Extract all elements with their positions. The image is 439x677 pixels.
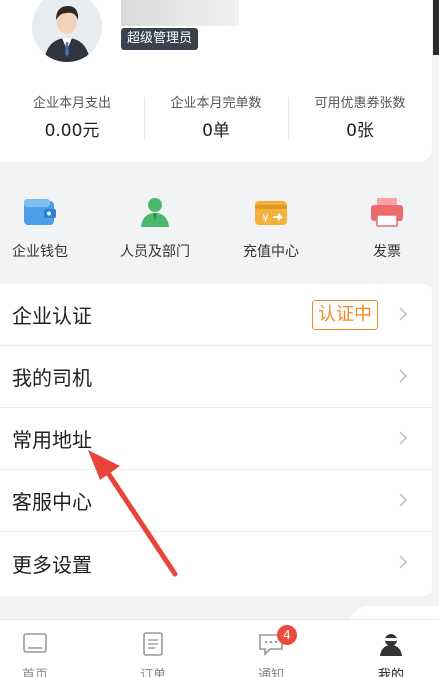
tab-label: 订单 bbox=[139, 668, 166, 677]
avatar[interactable] bbox=[32, 0, 102, 62]
tab-home[interactable]: 首页 bbox=[5, 632, 65, 677]
avatar-person-icon bbox=[32, 0, 102, 62]
quick-label: 企业钱包 bbox=[12, 244, 68, 260]
quick-people[interactable]: 人员及部门 bbox=[115, 195, 195, 261]
notification-count-badge: 4 bbox=[277, 625, 297, 645]
chevron-right-icon bbox=[399, 555, 408, 569]
stat-label: 企业本月完单数 bbox=[170, 96, 262, 111]
svg-text:¥: ¥ bbox=[262, 212, 269, 225]
tab-label: 通知 bbox=[257, 668, 284, 677]
menu-label: 常用地址 bbox=[12, 428, 92, 452]
menu-label: 更多设置 bbox=[12, 552, 92, 577]
people-icon bbox=[141, 198, 169, 227]
stat-coupons[interactable]: 可用优惠券张数 0张 bbox=[288, 93, 432, 145]
status-edge bbox=[433, 0, 439, 55]
quick-invoice[interactable]: 发票 bbox=[347, 195, 427, 261]
quick-wallet[interactable]: 企业钱包 bbox=[0, 195, 80, 261]
quick-actions: 企业钱包 人员及部门 ¥ 充值中心 发票 bbox=[0, 195, 439, 265]
tab-label: 首页 bbox=[21, 668, 48, 677]
user-name-masked bbox=[121, 0, 239, 26]
stats-row: 企业本月支出 0.00元 企业本月完单数 0单 可用优惠券张数 0张 bbox=[0, 93, 432, 145]
stat-value: 0.00元 bbox=[44, 121, 100, 141]
stat-value: 0单 bbox=[202, 121, 230, 141]
recharge-icon: ¥ bbox=[255, 201, 287, 225]
menu-common-addresses[interactable]: 常用地址 bbox=[0, 408, 432, 470]
order-icon bbox=[143, 632, 163, 656]
bottom-tab-bar: 首页 订单 通知 我的 bbox=[0, 619, 439, 677]
menu-label: 企业认证 bbox=[12, 304, 92, 328]
stat-label: 可用优惠券张数 bbox=[314, 96, 406, 111]
quick-label: 人员及部门 bbox=[120, 244, 190, 260]
menu-label: 客服中心 bbox=[12, 490, 92, 514]
home-icon bbox=[23, 633, 47, 653]
menu-customer-service[interactable]: 客服中心 bbox=[0, 470, 432, 532]
certification-status-badge: 认证中 bbox=[312, 300, 378, 330]
stat-value: 0张 bbox=[346, 121, 374, 141]
stat-monthly-orders[interactable]: 企业本月完单数 0单 bbox=[144, 93, 288, 145]
stat-label: 企业本月支出 bbox=[32, 96, 111, 111]
tab-label: 我的 bbox=[377, 668, 404, 677]
role-badge: 超级管理员 bbox=[121, 28, 199, 50]
chevron-right-icon bbox=[399, 307, 408, 321]
quick-label: 发票 bbox=[373, 244, 401, 260]
printer-icon bbox=[371, 198, 403, 227]
stat-monthly-spend[interactable]: 企业本月支出 0.00元 bbox=[0, 93, 144, 145]
tab-mine[interactable]: 我的 bbox=[361, 632, 421, 677]
settings-menu: 企业认证 认证中 我的司机 常用地址 客服中心 更多设置 bbox=[0, 284, 432, 596]
quick-label: 充值中心 bbox=[243, 244, 299, 260]
chevron-right-icon bbox=[399, 493, 408, 507]
wallet-icon bbox=[24, 199, 56, 225]
menu-more-settings[interactable]: 更多设置 bbox=[0, 532, 432, 594]
menu-enterprise-certification[interactable]: 企业认证 认证中 bbox=[0, 284, 432, 346]
chevron-right-icon bbox=[399, 369, 408, 383]
quick-recharge[interactable]: ¥ 充值中心 bbox=[231, 195, 311, 261]
user-icon bbox=[380, 634, 402, 656]
menu-label: 我的司机 bbox=[12, 366, 92, 390]
tab-orders[interactable]: 订单 bbox=[123, 632, 183, 677]
menu-my-drivers[interactable]: 我的司机 bbox=[0, 346, 432, 408]
chevron-right-icon bbox=[399, 431, 408, 445]
profile-card: 超级管理员 企业本月支出 0.00元 企业本月完单数 0单 可用优惠券张数 0张 bbox=[0, 0, 432, 162]
